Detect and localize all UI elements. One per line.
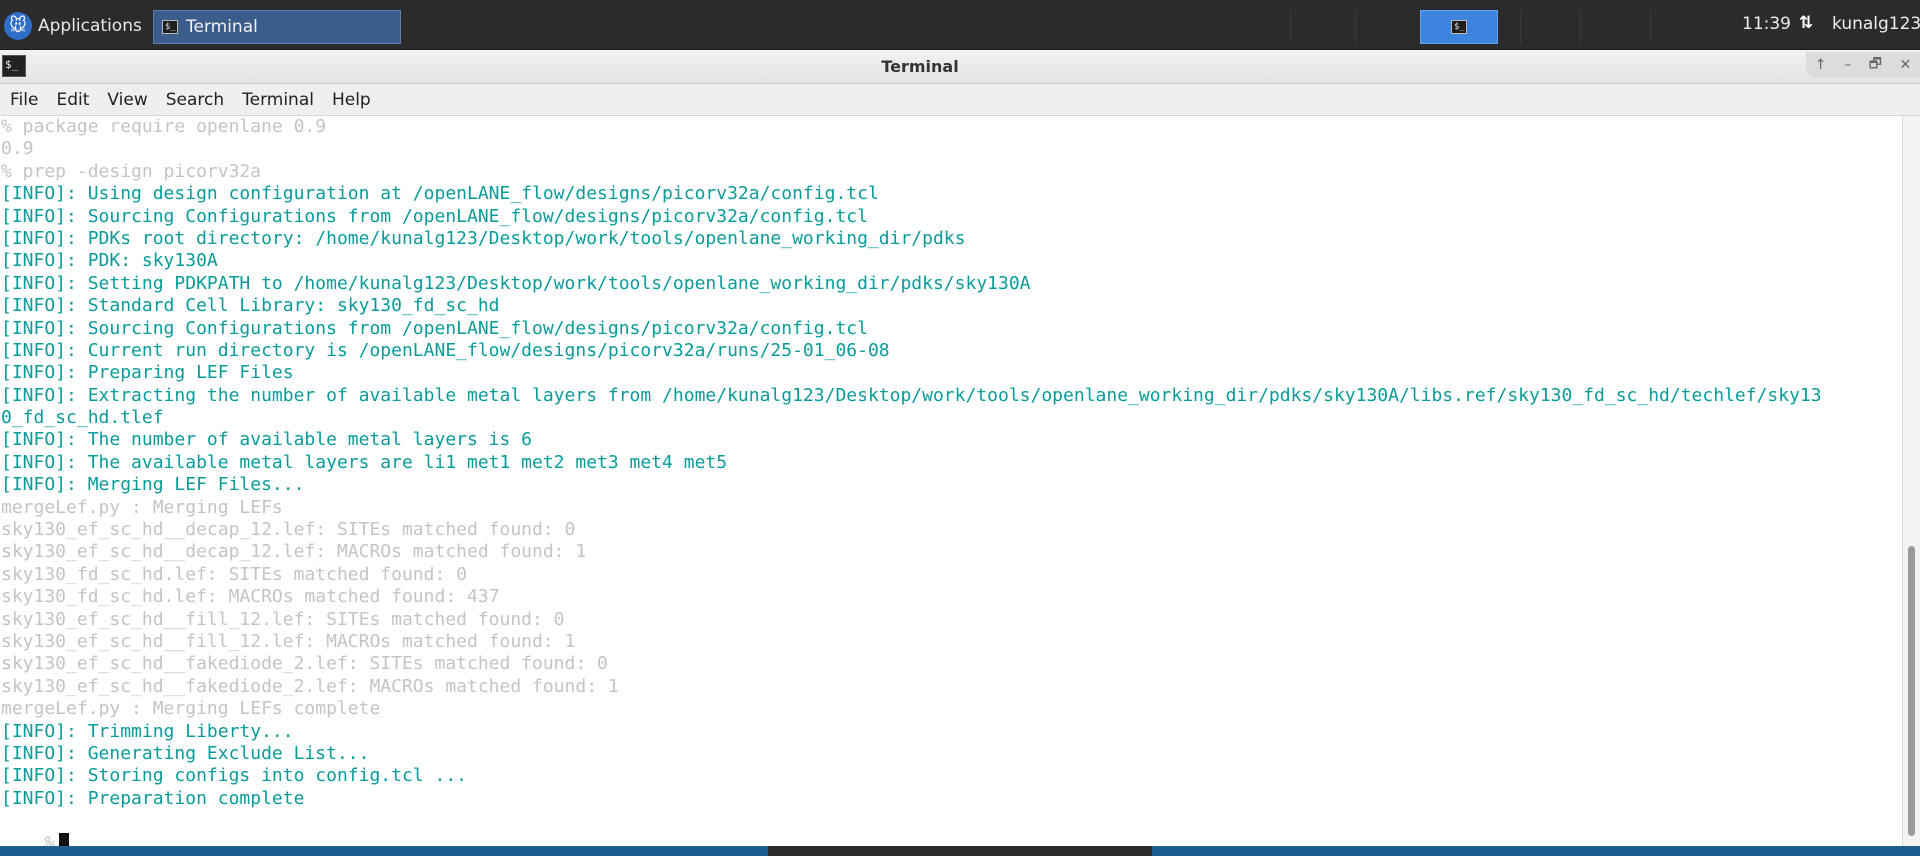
terminal-line: mergeLef.py : Merging LEFs complete bbox=[1, 698, 381, 720]
terminal-line: [INFO]: Trimming Liberty... bbox=[1, 720, 294, 742]
text-cursor bbox=[59, 832, 70, 846]
terminal-line: [INFO]: PDKs root directory: /home/kunal… bbox=[1, 227, 966, 249]
menu-help[interactable]: Help bbox=[332, 90, 371, 110]
terminal-line: [INFO]: Sourcing Configurations from /op… bbox=[1, 205, 868, 227]
keep-above-button[interactable]: ↑ bbox=[1815, 57, 1827, 73]
menubar: File Edit View Search Terminal Help bbox=[0, 84, 1920, 116]
bottom-dock bbox=[768, 846, 1152, 856]
workspace-switcher[interactable]: $_ bbox=[1420, 10, 1498, 44]
terminal-line: sky130_fd_sc_hd.lef: SITEs matched found… bbox=[1, 563, 467, 585]
bottom-panel bbox=[0, 846, 1920, 856]
terminal-line: [INFO]: Preparing LEF Files bbox=[1, 362, 294, 384]
terminal-line: sky130_ef_sc_hd__fill_12.lef: MACROs mat… bbox=[1, 630, 576, 652]
terminal-icon: $_ bbox=[1451, 20, 1467, 34]
panel-user[interactable]: kunalg123 bbox=[1832, 14, 1920, 34]
taskbar-terminal-button[interactable]: $_ Terminal bbox=[153, 10, 401, 44]
terminal-line: [INFO]: Standard Cell Library: sky130_fd… bbox=[1, 295, 500, 317]
terminal-line: [INFO]: Using design configuration at /o… bbox=[1, 183, 879, 205]
terminal-line: [INFO]: The available metal layers are l… bbox=[1, 451, 728, 473]
network-icon[interactable]: ⇅ bbox=[1799, 13, 1813, 33]
terminal-line: [INFO]: Generating Exclude List... bbox=[1, 742, 370, 764]
menu-terminal[interactable]: Terminal bbox=[242, 90, 314, 110]
window-title: Terminal bbox=[881, 57, 959, 76]
scrollbar-thumb[interactable] bbox=[1908, 546, 1915, 836]
terminal-line: sky130_fd_sc_hd.lef: MACROs matched foun… bbox=[1, 586, 500, 608]
terminal-line: sky130_ef_sc_hd__fill_12.lef: SITEs matc… bbox=[1, 608, 565, 630]
terminal-lines: % package require openlane 0.9 0.9% prep … bbox=[1, 116, 1902, 810]
panel-divider bbox=[1650, 10, 1651, 44]
panel-divider bbox=[1290, 10, 1291, 44]
terminal-line: [INFO]: Setting PDKPATH to /home/kunalg1… bbox=[1, 272, 1031, 294]
menu-edit[interactable]: Edit bbox=[56, 90, 89, 110]
terminal-line: [INFO]: Sourcing Configurations from /op… bbox=[1, 317, 868, 339]
menu-file[interactable]: File bbox=[10, 90, 38, 110]
close-button[interactable]: ✕ bbox=[1899, 57, 1911, 73]
top-panel: 🐭 Applications $_ Terminal $_ 11:39 ⇅ ku… bbox=[0, 0, 1920, 50]
maximize-button[interactable]: 🗗 bbox=[1869, 53, 1882, 77]
terminal-scrollbar[interactable] bbox=[1902, 116, 1920, 846]
terminal-line: sky130_ef_sc_hd__fakediode_2.lef: SITEs … bbox=[1, 653, 608, 675]
panel-clock[interactable]: 11:39 bbox=[1742, 14, 1791, 34]
taskbar-terminal-label: Terminal bbox=[186, 17, 258, 37]
panel-divider bbox=[1580, 10, 1581, 44]
terminal-line: [INFO]: Extracting the number of availab… bbox=[1, 384, 1822, 406]
applications-label: Applications bbox=[38, 16, 142, 36]
window-controls: ↑ – 🗗 ✕ bbox=[1806, 52, 1920, 78]
applications-menu[interactable]: 🐭 Applications bbox=[4, 10, 142, 42]
minimize-button[interactable]: – bbox=[1844, 57, 1851, 73]
xfce-logo-icon: 🐭 bbox=[4, 12, 32, 40]
terminal-line: sky130_ef_sc_hd__fakediode_2.lef: MACROs… bbox=[1, 675, 619, 697]
menu-view[interactable]: View bbox=[107, 90, 147, 110]
terminal-line: 0.9 bbox=[1, 138, 34, 160]
panel-divider bbox=[1355, 10, 1356, 44]
terminal-line: [INFO]: Preparation complete bbox=[1, 787, 305, 809]
terminal-prompt-line[interactable]: % bbox=[1, 810, 1902, 846]
terminal-line: sky130_ef_sc_hd__decap_12.lef: MACROs ma… bbox=[1, 541, 587, 563]
terminal-line: [INFO]: Current run directory is /openLA… bbox=[1, 339, 890, 361]
terminal-line: 0_fd_sc_hd.tlef bbox=[1, 407, 164, 429]
terminal-line: % prep -design picorv32a bbox=[1, 160, 262, 182]
terminal-line: [INFO]: PDK: sky130A bbox=[1, 250, 218, 272]
terminal-icon: $_ bbox=[162, 20, 178, 34]
terminal-prompt: % bbox=[44, 832, 56, 846]
panel-divider bbox=[1520, 10, 1521, 44]
terminal-line: [INFO]: Merging LEF Files... bbox=[1, 474, 305, 496]
terminal-line: % package require openlane 0.9 bbox=[1, 116, 327, 137]
menu-search[interactable]: Search bbox=[166, 90, 224, 110]
window-titlebar[interactable]: $_ Terminal ↑ – 🗗 ✕ bbox=[0, 50, 1920, 84]
terminal-line: sky130_ef_sc_hd__decap_12.lef: SITEs mat… bbox=[1, 519, 576, 541]
terminal-output[interactable]: % package require openlane 0.9 0.9% prep … bbox=[0, 116, 1902, 846]
terminal-line: [INFO]: The number of available metal la… bbox=[1, 429, 533, 451]
terminal-line: [INFO]: Storing configs into config.tcl … bbox=[1, 765, 467, 787]
terminal-line: mergeLef.py : Merging LEFs bbox=[1, 496, 283, 518]
